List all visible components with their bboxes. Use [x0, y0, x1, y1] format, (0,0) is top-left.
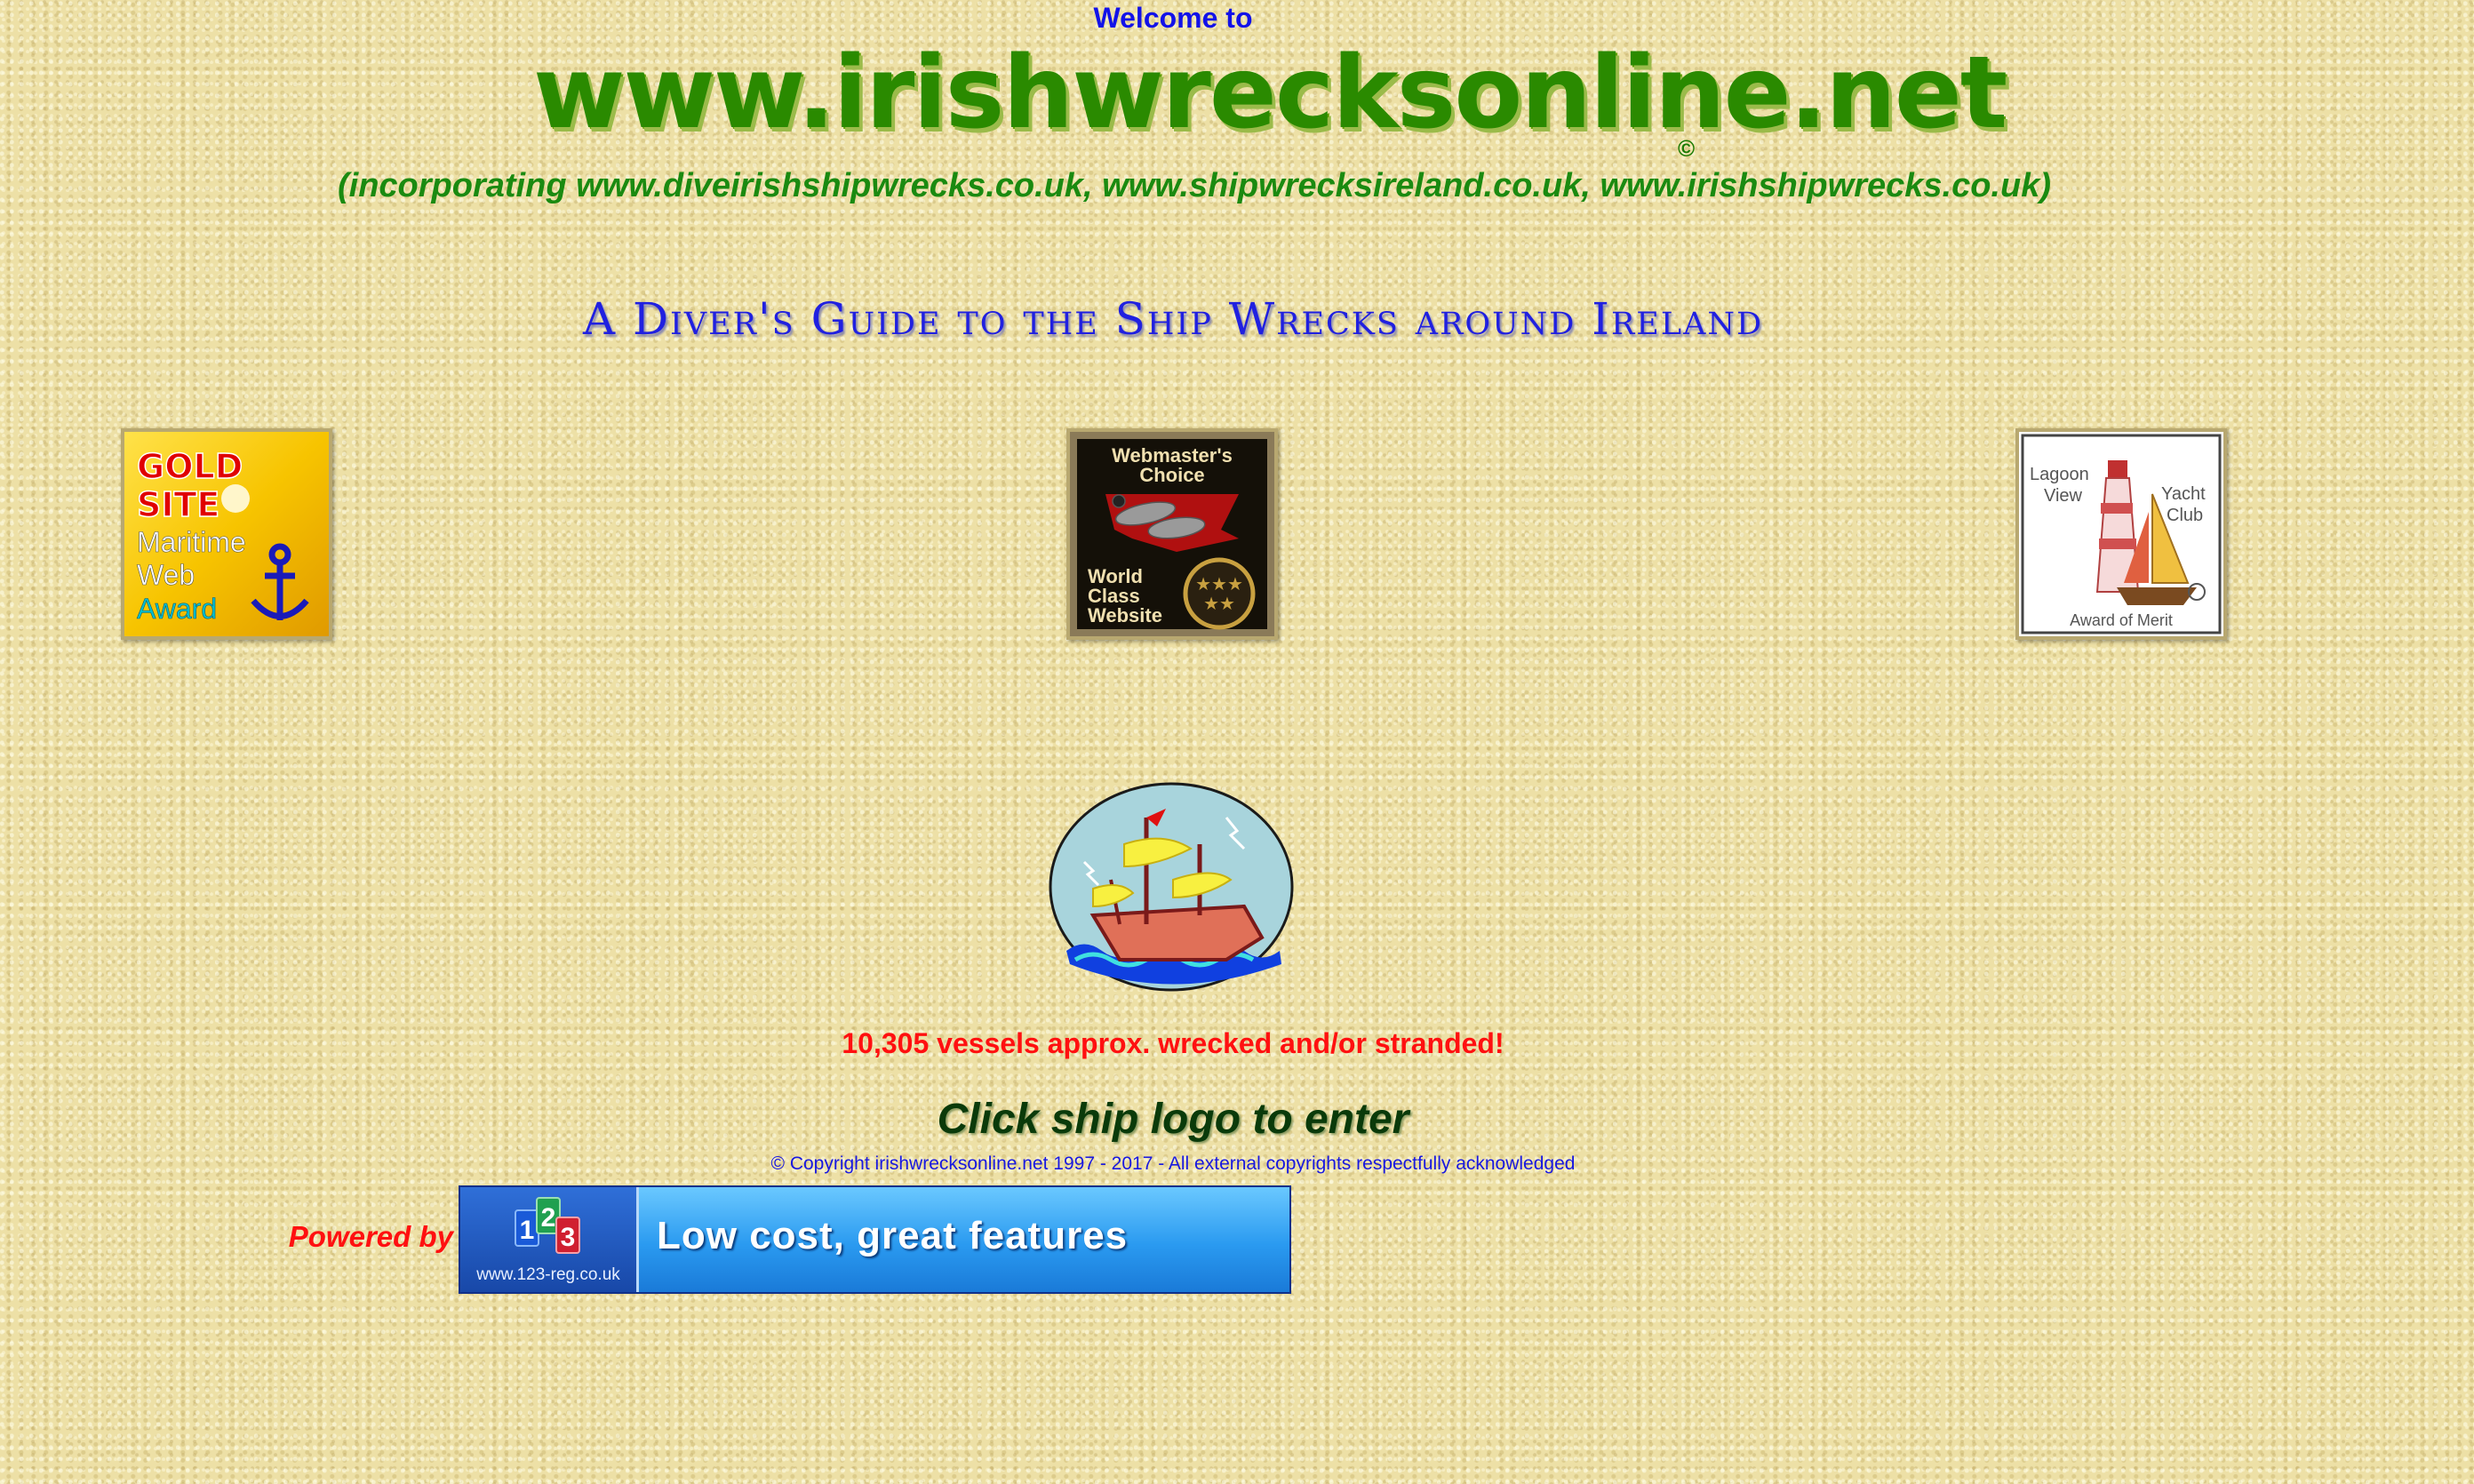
- incorporating-domains: (incorporating www.diveirishshipwrecks.c…: [338, 167, 2051, 204]
- svg-text:★★★: ★★★: [1195, 575, 1243, 594]
- site-logo-title: www.irishwrecksonline.net: [533, 36, 2007, 151]
- award-gold-word: GOLD: [137, 447, 243, 486]
- gold-site-award-badge[interactable]: GOLD SITE Maritime Web Award: [121, 428, 332, 640]
- award-lagoon-word: Lagoon: [2030, 465, 2089, 484]
- award-merit-text: Award of Merit: [2070, 611, 2173, 629]
- banner-headline: Low cost, great features: [657, 1214, 1129, 1257]
- 123-blocks-icon: 1 2 3: [515, 1197, 580, 1254]
- click-to-enter-text: Click ship logo to enter: [937, 1096, 1409, 1143]
- award-web-word: Web: [137, 559, 195, 591]
- award-website-word: Website: [1088, 604, 1162, 626]
- logo-digit-2: 2: [541, 1203, 556, 1233]
- five-star-seal-icon: ★★★ ★★: [1183, 557, 1256, 630]
- banner-url-text: www.123-reg.co.uk: [476, 1265, 620, 1284]
- 123-reg-logo: 1 2 3 www.123-reg.co.uk: [460, 1187, 639, 1292]
- copyright-notice: © Copyright irishwrecksonline.net 1997 -…: [770, 1153, 1576, 1174]
- award-club-word: Club: [2167, 506, 2203, 525]
- gold-award-graphic: GOLD SITE Maritime Web Award: [124, 432, 329, 636]
- lagoon-award-graphic: Lagoon View Yacht Club Award of Merit: [2019, 432, 2223, 636]
- webmasters-choice-award-badge[interactable]: Webmaster's Choice World Class Website ★…: [1066, 428, 1278, 640]
- award-site-word: SITE: [137, 485, 219, 524]
- award-view-word: View: [2044, 486, 2083, 506]
- logo-digit-1: 1: [520, 1216, 535, 1245]
- award-maritime-word: Maritime: [137, 526, 246, 558]
- 123-reg-banner-ad[interactable]: 1 2 3 www.123-reg.co.uk Low cost, great …: [459, 1185, 1291, 1294]
- powered-by-label: Powered by: [288, 1220, 453, 1253]
- logo-digit-3: 3: [561, 1223, 576, 1252]
- award-yacht-word: Yacht: [2161, 484, 2206, 504]
- vessels-count-text: 10,305 vessels approx. wrecked and/or st…: [842, 1027, 1504, 1059]
- lagoon-view-award-badge[interactable]: Lagoon View Yacht Club Award of Merit: [2015, 428, 2227, 640]
- award-choice-word: Choice: [1139, 464, 1204, 486]
- copyright-mark: ©: [1678, 135, 1696, 162]
- award-award-word: Award: [137, 593, 217, 625]
- guide-tagline: A Diver's Guide to the Ship Wrecks aroun…: [582, 293, 1764, 345]
- ship-logo-icon: [1049, 782, 1294, 992]
- banner-headline-area: Low cost, great features: [639, 1187, 1289, 1292]
- welcome-text: Welcome to: [1093, 2, 1253, 34]
- ship-logo-enter-link[interactable]: [1049, 782, 1297, 995]
- svg-text:★★: ★★: [1203, 594, 1235, 614]
- webmaster-award-graphic: Webmaster's Choice World Class Website ★…: [1070, 432, 1274, 636]
